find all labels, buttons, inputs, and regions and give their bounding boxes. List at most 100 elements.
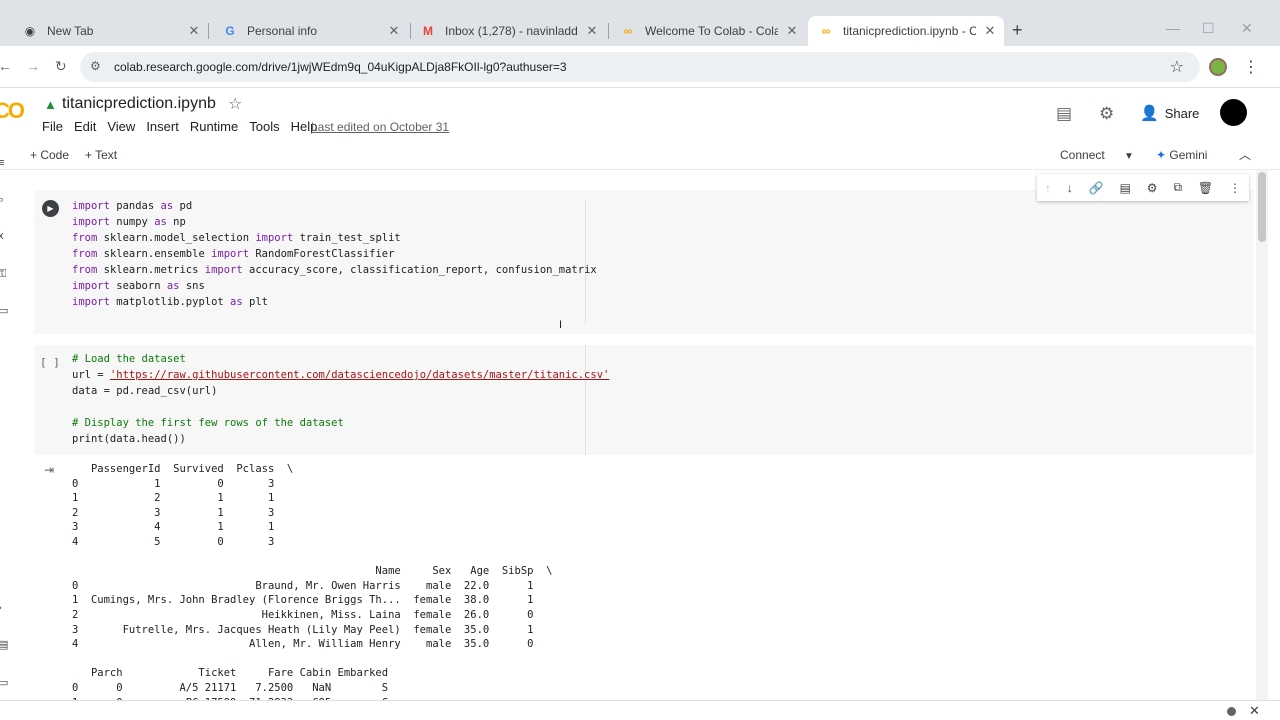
notebook-title[interactable]: titanicprediction.ipynb: [62, 95, 216, 113]
delete-trash-icon[interactable]: 🗑: [1198, 181, 1213, 195]
code-token: from: [72, 248, 98, 260]
browser-menu-icon[interactable]: ⋮: [1243, 57, 1259, 77]
cell-settings-gear-icon[interactable]: ⚙: [1147, 181, 1158, 195]
menu-runtime[interactable]: Runtime: [190, 119, 238, 134]
connect-button[interactable]: Connect ▼: [1060, 148, 1134, 162]
code-token: import: [72, 280, 110, 292]
menu-bar: File Edit View Insert Runtime Tools Help: [42, 119, 328, 134]
last-edited-link[interactable]: Last edited on October 31: [311, 120, 449, 134]
share-button[interactable]: 👤 Share: [1140, 104, 1199, 122]
cell-toolbar: ↑ ↓ 🔗 ▤ ⚙ ⧉ 🗑 ⋮: [1037, 174, 1249, 201]
tab-separator: [410, 23, 411, 39]
code-line: import pandas as pd: [72, 198, 597, 214]
table-of-contents-icon[interactable]: ≡: [0, 157, 4, 169]
command-palette-icon[interactable]: ▤: [0, 638, 8, 651]
link-icon[interactable]: 🔗: [1089, 181, 1104, 195]
code-line: print(data.head()): [72, 431, 609, 447]
secrets-key-icon[interactable]: ⚿: [0, 268, 6, 281]
code-cell[interactable]: ▶ import pandas as pd import numpy as np f…: [34, 190, 1254, 334]
menu-file[interactable]: File: [42, 119, 63, 134]
chevron-up-icon[interactable]: ︿: [1239, 146, 1251, 163]
tab-label: New Tab: [47, 24, 94, 38]
bookmark-star-icon[interactable]: ☆: [1170, 57, 1184, 77]
code-token: as: [154, 216, 167, 228]
code-token: as: [160, 200, 174, 212]
chevron-right-icon[interactable]: ›: [0, 602, 2, 614]
code-token: sklearn.ensemble: [97, 248, 212, 260]
close-icon[interactable]: ✕: [1249, 703, 1260, 719]
close-icon[interactable]: ✕: [386, 23, 402, 39]
comment-icon[interactable]: ▤: [1120, 181, 1131, 195]
menu-tools[interactable]: Tools: [249, 119, 279, 134]
code-token: from: [72, 264, 98, 276]
minimize-icon[interactable]: —: [1166, 20, 1180, 36]
address-bar: ← → ↻ ⚙ colab.research.google.com/drive/…: [0, 46, 1280, 88]
close-icon[interactable]: ✕: [186, 23, 202, 39]
code-token: import: [255, 232, 294, 244]
code-editor[interactable]: # Load the dataset url = 'https://raw.git…: [72, 351, 609, 447]
search-icon[interactable]: ⌕: [0, 194, 4, 207]
chevron-down-icon[interactable]: ▼: [1124, 151, 1134, 162]
reload-icon[interactable]: ↻: [55, 58, 67, 75]
text-cursor-icon: I: [559, 319, 563, 331]
files-folder-icon[interactable]: ▭: [0, 304, 8, 317]
more-options-icon[interactable]: ⋮: [1229, 181, 1241, 195]
tab-gmail-inbox[interactable]: M Inbox (1,278) - navinladdu803@ ✕: [414, 16, 606, 46]
code-token: pd: [173, 200, 193, 212]
status-dot-icon[interactable]: [1227, 707, 1236, 716]
close-icon[interactable]: ✕: [982, 23, 998, 39]
new-tab-icon: ◉: [24, 24, 36, 38]
url-field[interactable]: ⚙ colab.research.google.com/drive/1jwjWE…: [80, 52, 1200, 82]
tab-welcome-colab[interactable]: ∞ Welcome To Colab - Colab ✕: [612, 16, 806, 46]
back-icon[interactable]: ←: [0, 58, 12, 74]
tab-label: titanicprediction.ipynb - Colab: [843, 24, 976, 38]
tab-new-tab[interactable]: ◉ New Tab ✕: [0, 16, 208, 46]
code-cell[interactable]: [ ] # Load the dataset url = 'https://raw…: [34, 345, 1254, 455]
browser-tab-strip: ◉ New Tab ✕ G Personal info ✕ M Inbox (1…: [0, 0, 1280, 46]
tab-titanic-notebook[interactable]: ∞ titanicprediction.ipynb - Colab ✕: [808, 16, 1004, 46]
avatar[interactable]: [1220, 99, 1247, 126]
tab-personal-info[interactable]: G Personal info ✕: [212, 16, 408, 46]
window-close-icon[interactable]: ✕: [1241, 20, 1253, 37]
menu-edit[interactable]: Edit: [74, 119, 96, 134]
gemini-button[interactable]: ✦ Gemini: [1156, 148, 1207, 162]
variables-icon[interactable]: x: [0, 230, 4, 242]
tab-separator: [608, 23, 609, 39]
close-icon[interactable]: ✕: [584, 23, 600, 39]
comments-icon[interactable]: ▤: [1056, 104, 1072, 124]
execution-count[interactable]: [ ]: [40, 356, 60, 369]
menu-insert[interactable]: Insert: [146, 119, 179, 134]
menu-view[interactable]: View: [107, 119, 135, 134]
maximize-icon[interactable]: ☐: [1202, 20, 1215, 37]
forward-icon[interactable]: →: [26, 58, 40, 74]
extension-icon[interactable]: [1209, 58, 1227, 76]
colab-logo[interactable]: CO: [0, 98, 25, 124]
new-tab-button[interactable]: +: [1012, 20, 1023, 41]
output-actions-icon[interactable]: ⇥: [44, 463, 54, 477]
settings-gear-icon[interactable]: ⚙: [1099, 104, 1114, 124]
mirror-cell-icon[interactable]: ⧉: [1173, 180, 1182, 195]
scrollbar-thumb[interactable]: [1258, 172, 1266, 242]
tab-label: Personal info: [247, 24, 318, 38]
code-token: url =: [72, 369, 110, 381]
scrollbar[interactable]: [1256, 170, 1268, 700]
site-info-icon[interactable]: ⚙: [90, 59, 101, 73]
star-notebook-icon[interactable]: ☆: [228, 94, 242, 114]
code-token: import: [72, 200, 110, 212]
colab-icon: ∞: [821, 24, 831, 38]
code-line: # Load the dataset: [72, 351, 609, 367]
close-icon[interactable]: ✕: [784, 23, 800, 39]
code-token: sklearn.metrics: [97, 264, 205, 276]
code-token: # Load the dataset: [72, 353, 186, 365]
move-cell-up-icon[interactable]: ↑: [1045, 181, 1051, 195]
code-token: numpy: [109, 216, 155, 228]
code-editor[interactable]: import pandas as pd import numpy as np fro…: [72, 198, 597, 310]
colab-header: CO ▲ titanicprediction.ipynb ☆ File Edit…: [0, 88, 1280, 144]
code-token: import: [204, 264, 243, 276]
terminal-icon[interactable]: ▭: [0, 676, 8, 689]
add-code-button[interactable]: + Code: [30, 148, 69, 162]
add-text-button[interactable]: + Text: [85, 148, 117, 162]
run-cell-play-icon[interactable]: ▶: [42, 200, 59, 217]
move-cell-down-icon[interactable]: ↓: [1067, 181, 1073, 195]
